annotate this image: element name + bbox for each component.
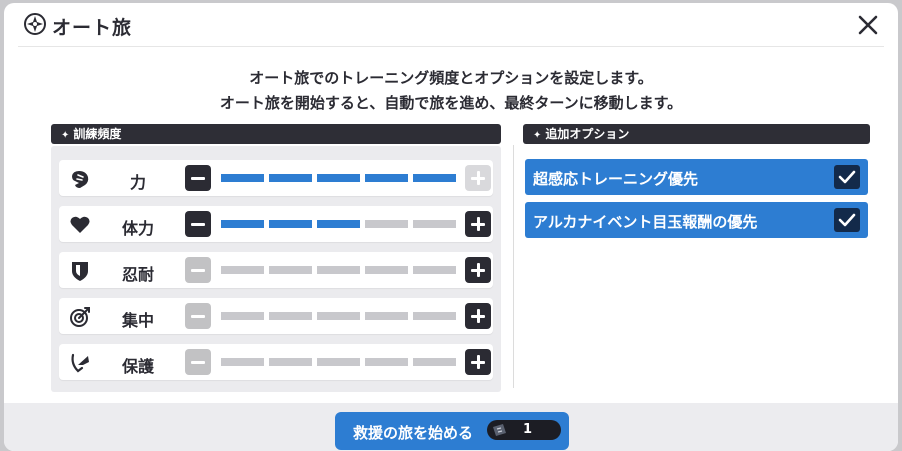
increase-button[interactable] <box>465 303 491 329</box>
ticket-cost: 1 <box>487 420 561 440</box>
training-row-endurance: 忍耐 <box>59 252 493 288</box>
level-segment <box>269 266 312 274</box>
level-segment <box>269 220 312 228</box>
title-bar: オート旅 <box>4 3 898 47</box>
level-segment <box>221 174 264 182</box>
level-segment <box>221 312 264 320</box>
extra-options-title: 追加オプション <box>545 127 630 141</box>
level-segment <box>413 220 456 228</box>
level-segment <box>221 220 264 228</box>
sparkle-icon: ✦ <box>533 130 542 141</box>
ticket-count: 1 <box>523 422 533 437</box>
extra-options-header: ✦ 追加オプション <box>523 124 870 144</box>
option-checkbox[interactable] <box>834 208 860 232</box>
increase-button[interactable] <box>465 211 491 237</box>
training-label: 集中 <box>121 311 154 330</box>
training-label: 力 <box>129 173 146 192</box>
level-segment <box>317 220 360 228</box>
level-segment <box>365 266 408 274</box>
training-label: 保護 <box>121 357 154 376</box>
increase-button[interactable] <box>465 257 491 283</box>
training-row-power: 力 <box>59 160 493 196</box>
training-frequency-header: ✦ 訓練頻度 <box>51 124 501 144</box>
level-segment <box>269 312 312 320</box>
section-divider <box>513 145 514 388</box>
increase-button[interactable] <box>465 349 491 375</box>
ticket-icon <box>493 424 506 436</box>
option-label: アルカナイベント目玉報酬の優先 <box>533 213 758 231</box>
level-segment <box>365 312 408 320</box>
sparkle-icon: ✦ <box>61 130 70 141</box>
training-label: 忍耐 <box>121 265 154 284</box>
level-segment <box>221 358 264 366</box>
option-checkbox[interactable] <box>834 165 860 189</box>
compass-star-icon <box>24 13 46 35</box>
training-frequency-panel: 力 体力 忍耐 集中 保護 <box>51 146 501 392</box>
decrease-button[interactable] <box>185 257 211 283</box>
increase-button[interactable] <box>465 165 491 191</box>
decrease-button[interactable] <box>185 165 211 191</box>
dialog-title: オート旅 <box>52 17 133 39</box>
level-segment <box>413 358 456 366</box>
description-line-1: オート旅でのトレーニング頻度とオプションを設定します。 <box>249 69 653 87</box>
training-frequency-title: 訓練頻度 <box>73 127 122 141</box>
check-icon <box>838 213 856 227</box>
decrease-button[interactable] <box>185 211 211 237</box>
start-journey-button[interactable]: 救援の旅を始める 1 <box>335 412 569 450</box>
level-segment <box>413 174 456 182</box>
training-label: 体力 <box>121 219 154 238</box>
level-segment <box>413 266 456 274</box>
shield-icon <box>72 262 88 281</box>
close-icon[interactable] <box>856 13 880 37</box>
level-segment <box>221 266 264 274</box>
level-segment <box>269 174 312 182</box>
level-segment <box>365 358 408 366</box>
protect-icon <box>71 353 89 373</box>
option-arcana-event-reward-priority[interactable]: アルカナイベント目玉報酬の優先 <box>525 202 868 238</box>
auto-journey-dialog: オート旅 オート旅でのトレーニング頻度とオプションを設定します。 オート旅を開始… <box>4 3 898 451</box>
level-segment <box>365 220 408 228</box>
decrease-button[interactable] <box>185 349 211 375</box>
level-segment <box>317 266 360 274</box>
level-segment <box>317 358 360 366</box>
target-icon <box>70 307 90 327</box>
check-icon <box>838 170 856 184</box>
level-segment <box>413 312 456 320</box>
level-segment <box>317 312 360 320</box>
description-line-2: オート旅を開始すると、自動で旅を進め、最終ターンに移動します。 <box>219 94 683 112</box>
level-segment <box>269 358 312 366</box>
decrease-button[interactable] <box>185 303 211 329</box>
fist-icon <box>72 171 89 188</box>
training-row-protection: 保護 <box>59 344 493 380</box>
title-divider <box>18 46 884 47</box>
option-hyper-training-priority[interactable]: 超感応トレーニング優先 <box>525 159 868 195</box>
training-row-stamina: 体力 <box>59 206 493 242</box>
training-row-focus: 集中 <box>59 298 493 334</box>
start-journey-label: 救援の旅を始める <box>353 424 474 442</box>
option-label: 超感応トレーニング優先 <box>533 170 699 188</box>
heart-icon <box>70 216 90 233</box>
level-segment <box>317 174 360 182</box>
level-segment <box>365 174 408 182</box>
